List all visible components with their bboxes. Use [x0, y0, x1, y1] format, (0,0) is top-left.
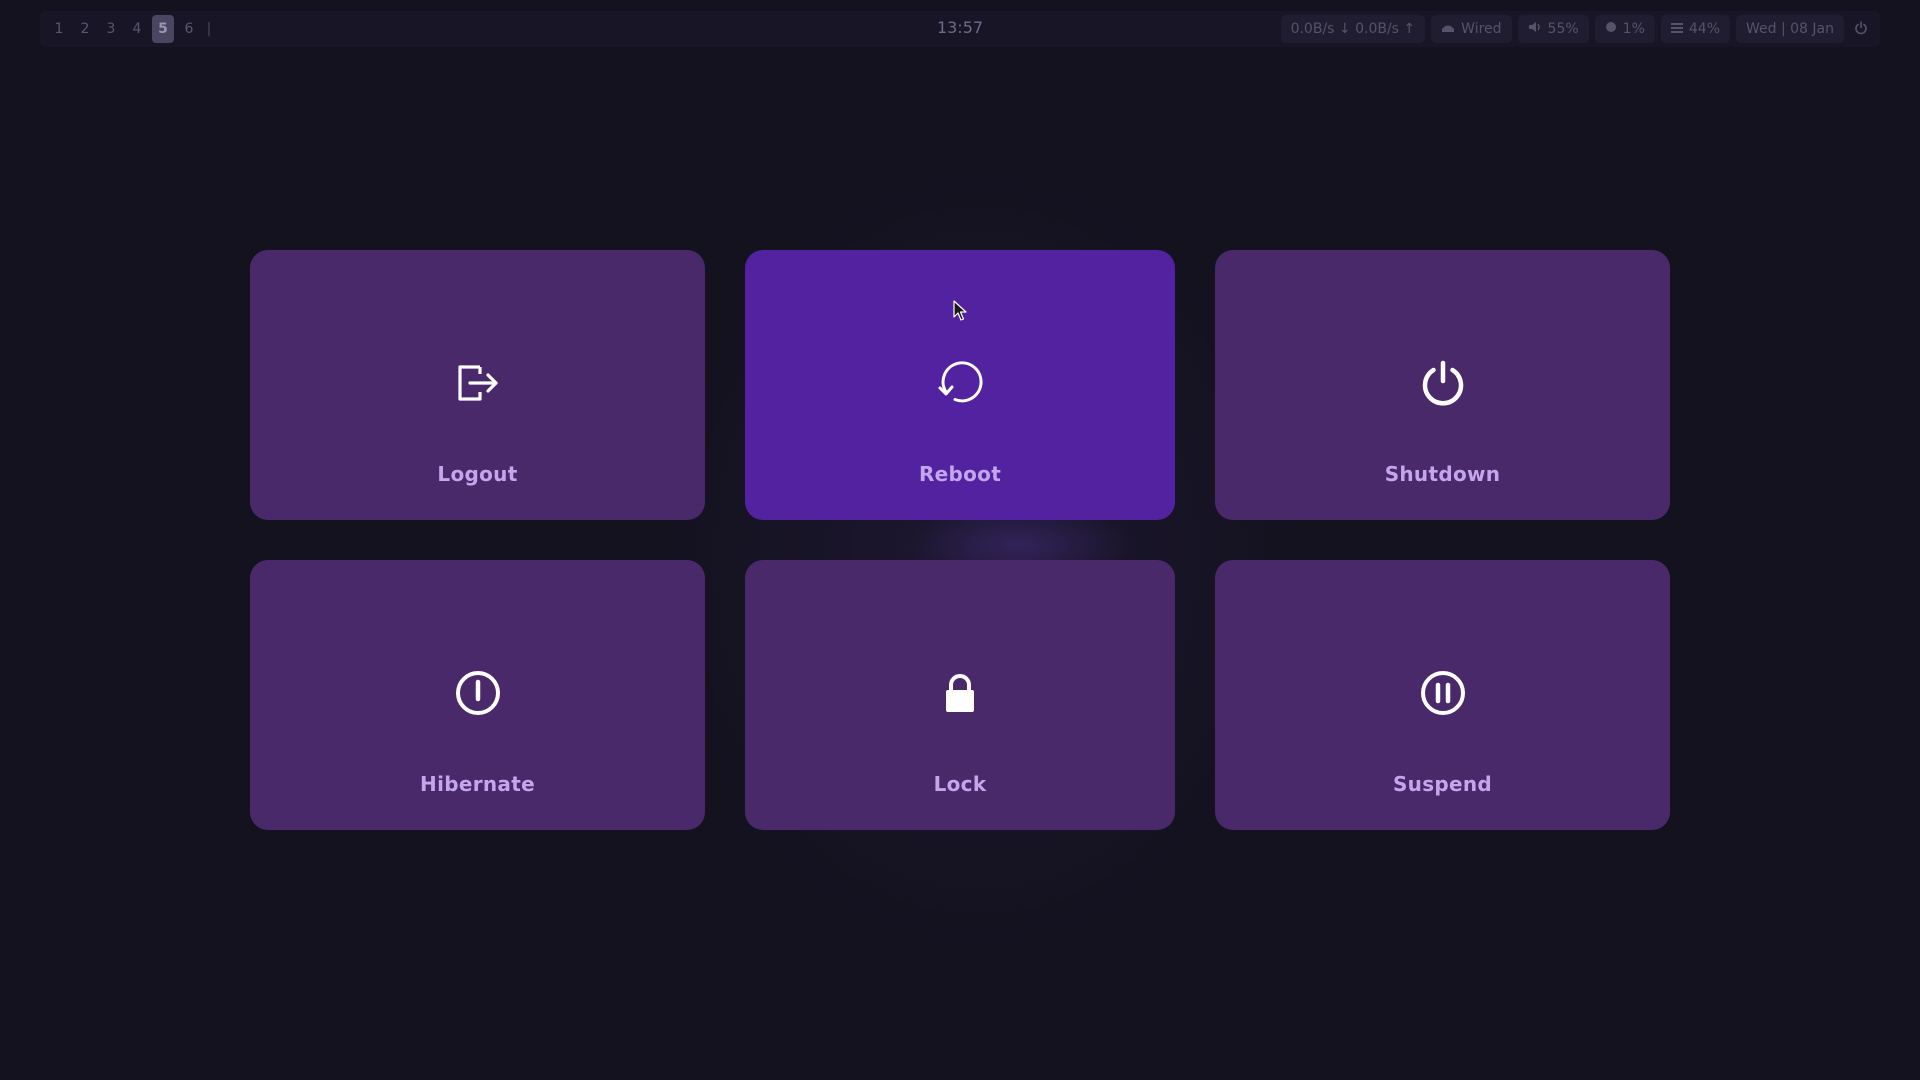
workspace-6-button[interactable]: 6 — [178, 15, 200, 43]
workspace-5-button[interactable]: 5 — [152, 15, 174, 43]
network-status[interactable]: Wired — [1431, 15, 1512, 43]
workspace-1-button[interactable]: 1 — [48, 15, 70, 43]
shutdown-label: Shutdown — [1384, 462, 1501, 486]
network-label: Wired — [1461, 21, 1502, 37]
suspend-icon — [1215, 668, 1670, 718]
hibernate-label: Hibernate — [420, 772, 535, 796]
network-speed[interactable]: 0.0B/s ↓ 0.0B/s ↑ — [1280, 15, 1426, 43]
desktop-wallpaper — [0, 0, 1920, 1080]
logout-button[interactable]: Logout — [250, 250, 705, 520]
lock-icon — [745, 668, 1175, 718]
reboot-label: Reboot — [918, 462, 1002, 486]
memory-icon — [1670, 22, 1683, 37]
workspace-switcher: 1 2 3 4 5 6 | — [48, 15, 218, 43]
date-display[interactable]: Wed | 08 Jan — [1736, 15, 1844, 43]
network-icon — [1441, 22, 1455, 37]
shutdown-button[interactable]: Shutdown — [1215, 250, 1670, 520]
volume-icon — [1528, 21, 1542, 37]
logout-label: Logout — [437, 462, 518, 486]
cpu-icon — [1605, 21, 1617, 37]
logout-icon — [250, 358, 705, 408]
top-bar: 1 2 3 4 5 6 | 13:57 0.0B/s ↓ 0.0B/s ↑ Wi… — [40, 11, 1880, 47]
suspend-label: Suspend — [1392, 772, 1493, 796]
lock-button[interactable]: Lock — [745, 560, 1175, 830]
hibernate-icon — [250, 668, 705, 718]
memory-label: 44% — [1688, 21, 1720, 37]
power-button[interactable] — [1850, 15, 1872, 43]
workspace-3-button[interactable]: 3 — [100, 15, 122, 43]
volume-label: 55% — [1547, 21, 1579, 37]
shutdown-icon — [1215, 358, 1670, 408]
cpu-label: 1% — [1622, 21, 1645, 37]
volume-status[interactable]: 55% — [1517, 15, 1589, 43]
workspace-4-button[interactable]: 4 — [126, 15, 148, 43]
cpu-status[interactable]: 1% — [1594, 15, 1655, 43]
workspace-2-button[interactable]: 2 — [74, 15, 96, 43]
reboot-icon — [745, 358, 1175, 408]
power-icon — [1854, 20, 1868, 39]
reboot-button[interactable]: Reboot — [745, 250, 1175, 520]
status-area: 0.0B/s ↓ 0.0B/s ↑ Wired 55% 1% 44% Wed | — [1275, 15, 1872, 43]
memory-status[interactable]: 44% — [1660, 15, 1730, 43]
suspend-button[interactable]: Suspend — [1215, 560, 1670, 830]
hibernate-button[interactable]: Hibernate — [250, 560, 705, 830]
workspace-separator: | — [206, 21, 212, 37]
lock-label: Lock — [933, 772, 987, 796]
